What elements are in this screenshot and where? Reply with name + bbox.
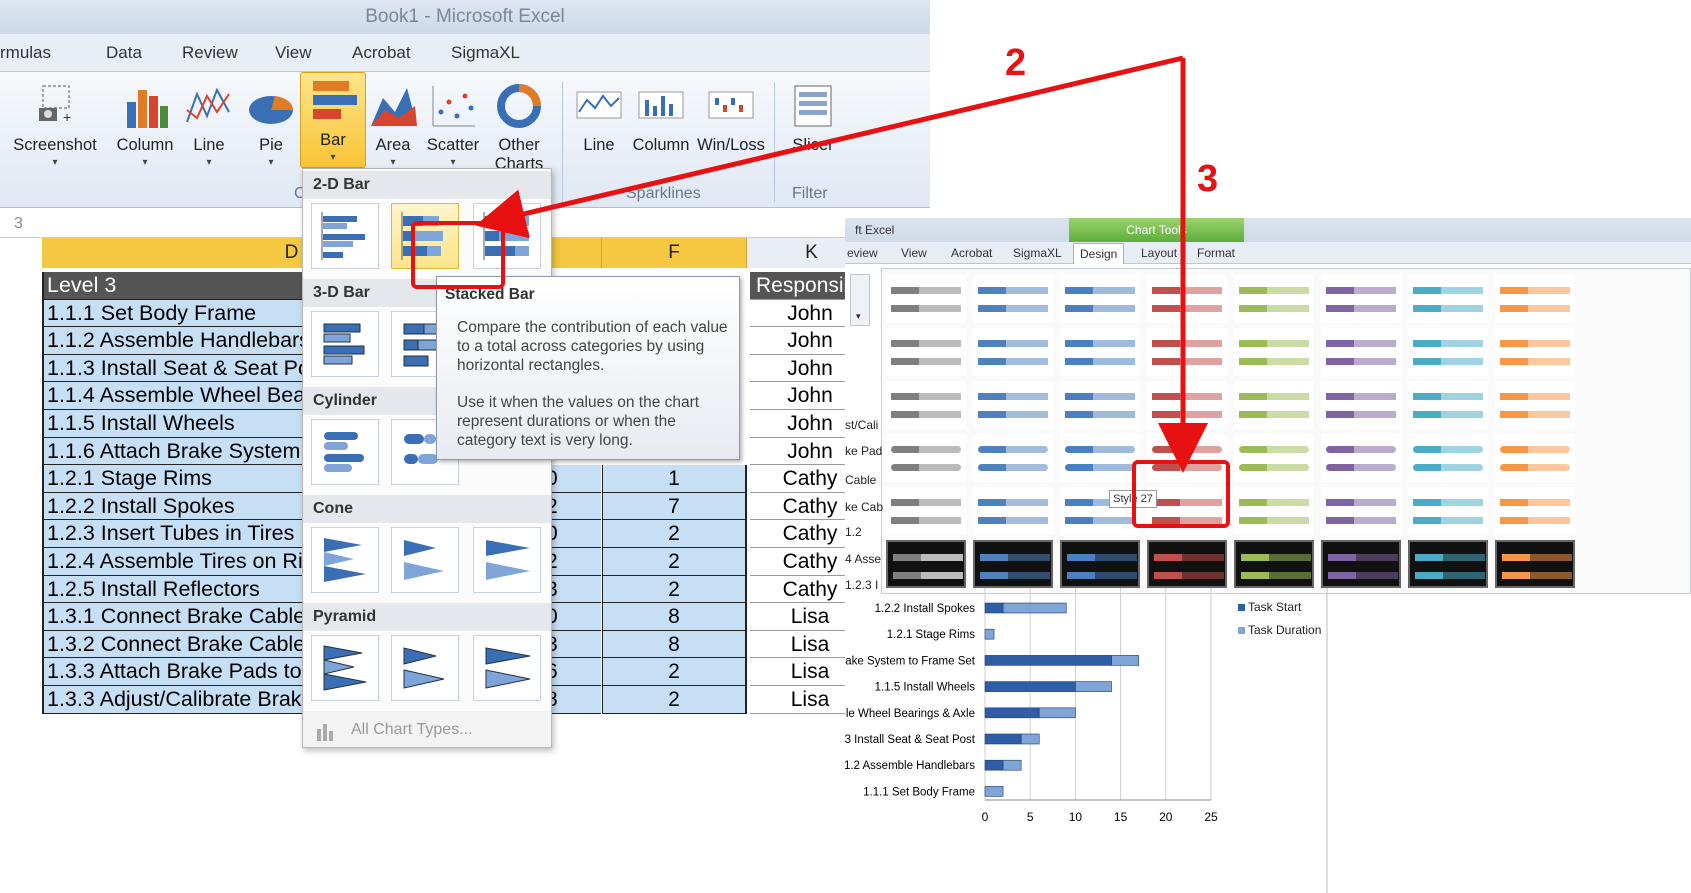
highlight-stacked-bar	[411, 221, 505, 289]
annotation-3: 3	[1197, 158, 1219, 200]
arrow-step-2	[475, 55, 1184, 239]
highlight-style-27	[1132, 460, 1230, 528]
annotation-arrows	[475, 55, 1208, 473]
annotation-2: 2	[1005, 42, 1027, 84]
